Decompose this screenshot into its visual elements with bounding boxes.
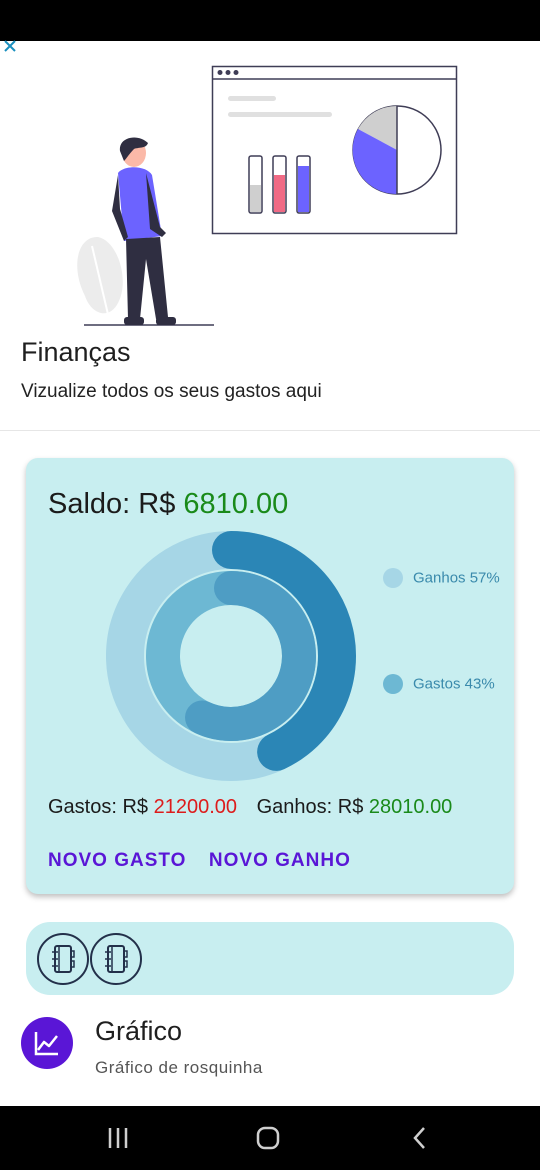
novo-gasto-button[interactable]: NOVO GASTO: [48, 850, 186, 872]
list-item-subtitle: Gráfico de rosquinha: [95, 1058, 263, 1077]
balance-text: Saldo: R$ 6810.00: [48, 488, 288, 521]
system-nav-bar: [0, 1106, 540, 1170]
balance-value: 6810.00: [183, 488, 289, 520]
notebook-icon[interactable]: [90, 933, 142, 985]
shortcut-bar: [26, 922, 514, 995]
legend-dot-ganhos: [383, 568, 403, 588]
legend-item-ganhos: Ganhos 57%: [383, 568, 500, 588]
close-icon[interactable]: [2, 38, 18, 54]
finance-illustration: [77, 65, 458, 326]
donut-chart: [106, 531, 356, 781]
legend-dot-gastos: [383, 674, 403, 694]
notebook-icon[interactable]: [37, 933, 89, 985]
list-item-grafico[interactable]: Gráfico Gráfico de rosquinha: [0, 1010, 540, 1106]
balance-label: Saldo: R$: [48, 488, 176, 520]
home-icon[interactable]: [252, 1124, 284, 1152]
page-title: Finanças: [21, 337, 131, 367]
gastos-label: Gastos: R$: [48, 796, 149, 818]
novo-ganho-button[interactable]: NOVO GANHO: [209, 850, 351, 872]
balance-card: Saldo: R$ 6810.00 Ganhos 57% Gastos 43% …: [26, 458, 514, 894]
legend-label-ganhos: Ganhos 57%: [413, 569, 500, 587]
ganhos-value: 28010.00: [368, 796, 453, 818]
totals-row: Gastos: R$ 21200.00 Ganhos: R$ 28010.00: [48, 796, 452, 819]
card-actions: NOVO GASTO NOVO GANHO: [48, 850, 369, 872]
status-bar: [0, 0, 540, 41]
gastos-value: 21200.00: [153, 796, 238, 818]
donut-inner-segment-ganhos: [185, 571, 316, 741]
back-icon[interactable]: [404, 1124, 436, 1152]
hero-card: Finanças Vizualize todos os seus gastos …: [0, 41, 540, 431]
list-item-title: Gráfico: [95, 1016, 183, 1046]
chart-line-icon: [21, 1017, 73, 1069]
recents-icon[interactable]: [102, 1124, 134, 1152]
legend-label-gastos: Gastos 43%: [413, 675, 495, 693]
legend-item-gastos: Gastos 43%: [383, 674, 495, 694]
page-subtitle: Vizualize todos os seus gastos aqui: [21, 381, 322, 402]
ganhos-label: Ganhos: R$: [256, 796, 364, 818]
